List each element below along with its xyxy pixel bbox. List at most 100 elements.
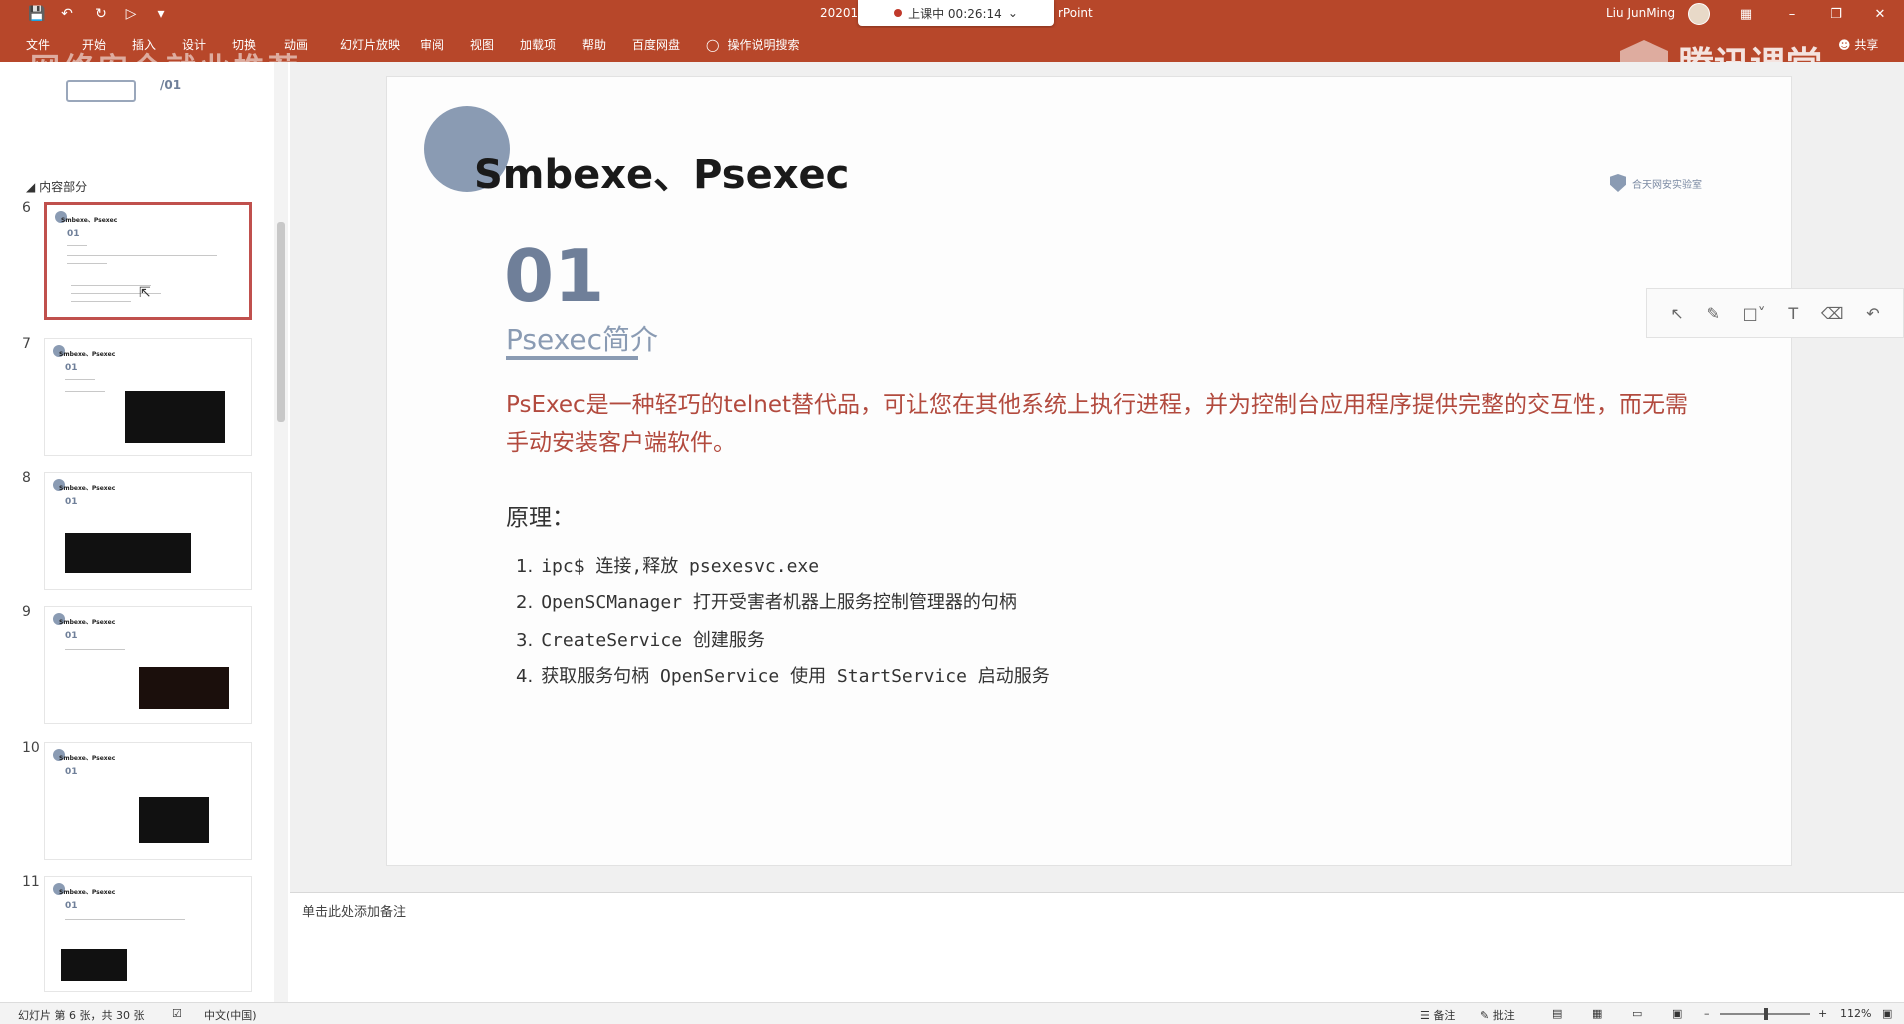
thumbnail-slide-9[interactable]: Smbexe、Psexec 01: [44, 606, 252, 724]
slide-sorter-icon[interactable]: ▦: [1592, 1007, 1602, 1020]
slide-number: 7: [22, 336, 31, 352]
user-name[interactable]: Liu JunMing: [1606, 6, 1675, 20]
thumb-line: [65, 919, 185, 920]
thumb-line: [71, 301, 131, 302]
thumb-number: 01: [65, 631, 78, 641]
redo-icon[interactable]: ↻: [90, 4, 112, 24]
list-item[interactable]: 1. ipc$ 连接,释放 psexesvc.exe: [516, 552, 819, 578]
thumb-line: [65, 391, 105, 392]
recording-indicator[interactable]: 上课中 00:26:14 ⌄: [858, 0, 1054, 26]
thumbnail-slide-10[interactable]: Smbexe、Psexec 01: [44, 742, 252, 860]
slide-number: 10: [22, 740, 40, 756]
annotation-toolbar: ↖ ✎ □˅ T ⌫ ↶: [1646, 288, 1904, 338]
share-label: 共享: [1854, 38, 1879, 52]
thumbnail-slide-5[interactable]: /01: [56, 70, 264, 126]
section-number[interactable]: 01: [504, 234, 604, 318]
step-text: 获取服务句柄 OpenService 使用 StartService 启动服务: [541, 666, 1050, 687]
tell-me-search[interactable]: ◯ 操作说明搜索: [706, 36, 799, 53]
lightbulb-icon: ◯: [706, 37, 720, 52]
eraser-icon[interactable]: ⌫: [1821, 304, 1844, 323]
list-item[interactable]: 4. 获取服务句柄 OpenService 使用 StartService 启动…: [516, 662, 1050, 688]
reading-view-icon[interactable]: ▭: [1632, 1007, 1642, 1020]
thumb-number: 01: [67, 229, 80, 239]
slide-number: 9: [22, 604, 31, 620]
tab-slideshow[interactable]: 幻灯片放映: [340, 36, 400, 53]
thumb-screenshot: [61, 949, 127, 981]
slideshow-view-icon[interactable]: ▣: [1672, 1007, 1682, 1020]
save-icon[interactable]: 💾: [26, 4, 48, 24]
avatar[interactable]: [1688, 3, 1710, 25]
zoom-out-icon[interactable]: –: [1704, 1007, 1710, 1020]
thumb-number: 01: [65, 901, 78, 911]
thumb-line: [67, 263, 107, 264]
tab-baidu-netdisk[interactable]: 百度网盘: [632, 36, 680, 53]
recording-timer: 上课中 00:26:14: [908, 6, 1002, 21]
thumb-screenshot: [139, 797, 209, 843]
thumb-line: [65, 379, 95, 380]
thumb-title: Smbexe、Psexec: [59, 889, 116, 896]
pen-icon[interactable]: ✎: [1706, 304, 1719, 323]
undo-icon[interactable]: ↶: [1866, 304, 1879, 323]
section-header[interactable]: ◢ 内容部分: [26, 178, 87, 195]
thumbnail-slide-6[interactable]: Smbexe、Psexec 01 ⇱: [44, 202, 252, 320]
shield-icon: [1610, 174, 1626, 192]
ribbon-display-options-icon[interactable]: ▦: [1726, 2, 1766, 26]
slide-info[interactable]: 幻灯片 第 6 张，共 30 张: [18, 1007, 144, 1023]
thumbnail-slide-7[interactable]: Smbexe、Psexec 01: [44, 338, 252, 456]
slide-number: 6: [22, 200, 31, 216]
description-text[interactable]: PsExec是一种轻巧的telnet替代品，可让您在其他系统上执行进程，并为控制…: [506, 386, 1706, 462]
thumb-title: Smbexe、Psexec: [59, 351, 116, 358]
notes-toggle[interactable]: ☰ 备注: [1420, 1007, 1455, 1023]
text-tool-icon[interactable]: T: [1788, 304, 1798, 323]
notes-pane[interactable]: 单击此处添加备注: [290, 892, 1904, 1002]
step-number: 4.: [516, 666, 534, 687]
minimize-icon[interactable]: –: [1772, 2, 1812, 26]
chevron-down-icon[interactable]: ⌄: [1008, 6, 1018, 20]
thumb-title: Smbexe、Psexec: [59, 619, 116, 626]
thumb-line: [67, 255, 217, 256]
notes-label: 备注: [1433, 1009, 1456, 1022]
thumb-number: 01: [65, 767, 78, 777]
step-number: 3.: [516, 630, 534, 651]
notes-placeholder[interactable]: 单击此处添加备注: [302, 901, 406, 920]
thumbnail-slide-11[interactable]: Smbexe、Psexec 01: [44, 876, 252, 992]
step-text: OpenSCManager 打开受害者机器上服务控制管理器的句柄: [541, 592, 1017, 613]
document-title: 20201: [820, 6, 859, 20]
spellcheck-icon[interactable]: ☑: [172, 1007, 182, 1020]
tab-view[interactable]: 视图: [470, 36, 494, 53]
normal-view-icon[interactable]: ▤: [1552, 1007, 1562, 1020]
restore-icon[interactable]: ❐: [1816, 2, 1856, 26]
zoom-slider-thumb[interactable]: [1764, 1008, 1768, 1020]
collapse-triangle-icon[interactable]: ◢: [26, 180, 35, 194]
list-item[interactable]: 3. CreateService 创建服务: [516, 626, 765, 652]
section-subheading[interactable]: Psexec简介: [506, 318, 658, 358]
close-icon[interactable]: ✕: [1860, 2, 1900, 26]
scrollbar-thumb[interactable]: [277, 222, 285, 422]
shape-rectangle-icon[interactable]: □˅: [1743, 304, 1766, 323]
tab-review[interactable]: 审阅: [420, 36, 444, 53]
thumb-screenshot: [65, 533, 191, 573]
zoom-in-icon[interactable]: +: [1818, 1007, 1827, 1020]
tab-help[interactable]: 帮助: [582, 36, 606, 53]
share-button[interactable]: ☻ 共享: [1838, 36, 1878, 53]
slide-number: 8: [22, 470, 31, 486]
comments-toggle[interactable]: ✎ 批注: [1480, 1007, 1515, 1023]
thumbnail-scrollbar[interactable]: [274, 62, 288, 1002]
thumbnail-slide-8[interactable]: Smbexe、Psexec 01: [44, 472, 252, 590]
slideshow-start-icon[interactable]: ▷: [120, 4, 142, 24]
zoom-level[interactable]: 112%: [1840, 1007, 1871, 1020]
principle-label[interactable]: 原理：: [506, 498, 575, 532]
undo-icon[interactable]: ↶: [56, 4, 78, 24]
fit-to-window-icon[interactable]: ▣: [1882, 1007, 1892, 1020]
thumb-line: [65, 649, 125, 650]
language-indicator[interactable]: 中文(中国): [204, 1007, 257, 1023]
select-cursor-icon[interactable]: ↖: [1670, 304, 1683, 323]
mouse-cursor-icon: ⇱: [139, 285, 151, 301]
slide-number: 11: [22, 874, 40, 890]
slide-title[interactable]: Smbexe、Psexec: [474, 142, 849, 200]
tab-addins[interactable]: 加载项: [520, 36, 556, 53]
list-item[interactable]: 2. OpenSCManager 打开受害者机器上服务控制管理器的句柄: [516, 588, 1017, 614]
status-bar: 幻灯片 第 6 张，共 30 张 ☑ 中文(中国) ☰ 备注 ✎ 批注 ▤ ▦ …: [0, 1002, 1904, 1024]
step-number: 2.: [516, 592, 534, 613]
customize-quick-access-icon[interactable]: ▾: [150, 4, 172, 24]
